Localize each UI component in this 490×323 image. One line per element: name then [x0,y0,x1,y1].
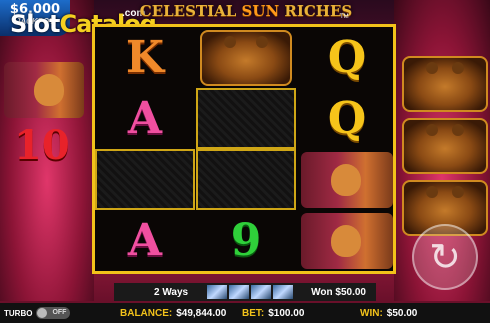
win-value: $50.00 [386,307,418,319]
bet-display[interactable]: BET: $100.00 [242,308,304,319]
side-bear-symbol-2 [402,118,488,174]
bottom-bar: TURBO OFF BALANCE: $49,844.00 BET: $100.… [0,303,490,323]
side-acorn-symbol [4,62,84,118]
won-text: Won $50.00 [311,286,366,298]
title-part2: SUN [241,2,280,20]
reel-cell [196,27,296,88]
watermark-part1: Slot [10,10,60,38]
nine-symbol: 9 [230,214,262,266]
reel-cell-empty [196,88,296,149]
acorn-symbol [301,212,393,269]
q-symbol: Q [327,31,367,83]
balance-value: $49,844.00 [176,307,227,319]
reel-cell: 9 [196,210,296,271]
a-symbol: A [127,214,163,266]
k-symbol: K [125,31,165,83]
reel-cell: K [95,27,195,88]
win-display: WIN: $50.00 [360,308,417,319]
win-bar: 2 Ways Won $50.00 [114,283,376,301]
reel-1: K A A [95,27,195,271]
reel-cell [297,149,397,210]
reel-cell: Q [297,27,397,88]
balance-display: BALANCE: $49,844.00 [120,308,226,319]
reel-cell: A [95,88,195,149]
title-part1: CELESTIAL [139,2,242,20]
turbo-toggle[interactable]: OFF [36,307,71,319]
side-ten-symbol: 10 [14,122,70,169]
balance-label: BALANCE: [120,307,173,319]
reel-cell-empty [95,149,195,210]
bear-symbol [200,29,292,86]
win-symbols [206,285,293,299]
spin-button[interactable]: ↻ [412,224,478,290]
bet-label: BET: [242,307,265,319]
bet-value: $100.00 [268,307,305,319]
turbo-control: TURBO OFF [4,307,71,319]
game-title: CELESTIAL SUN RICHES [136,2,356,20]
win-label: WIN: [360,307,383,319]
acorn-symbol [301,151,393,208]
reel-cell: Q [297,88,397,149]
ways-text: 2 Ways [154,286,189,298]
q-symbol: Q [327,92,367,144]
a-symbol: A [127,92,163,144]
reel-2: 9 [196,27,296,271]
trademark: TM [340,14,349,20]
reel-cell-empty [196,149,296,210]
turbo-label: TURBO [4,308,33,318]
side-bear-symbol-1 [402,56,488,112]
reel-cell: A [95,210,195,271]
reel-3: Q Q [297,27,397,271]
reel-cell [297,210,397,271]
refresh-icon: ↻ [429,236,461,279]
reel-grid: K A A 9 Q Q [92,24,396,274]
